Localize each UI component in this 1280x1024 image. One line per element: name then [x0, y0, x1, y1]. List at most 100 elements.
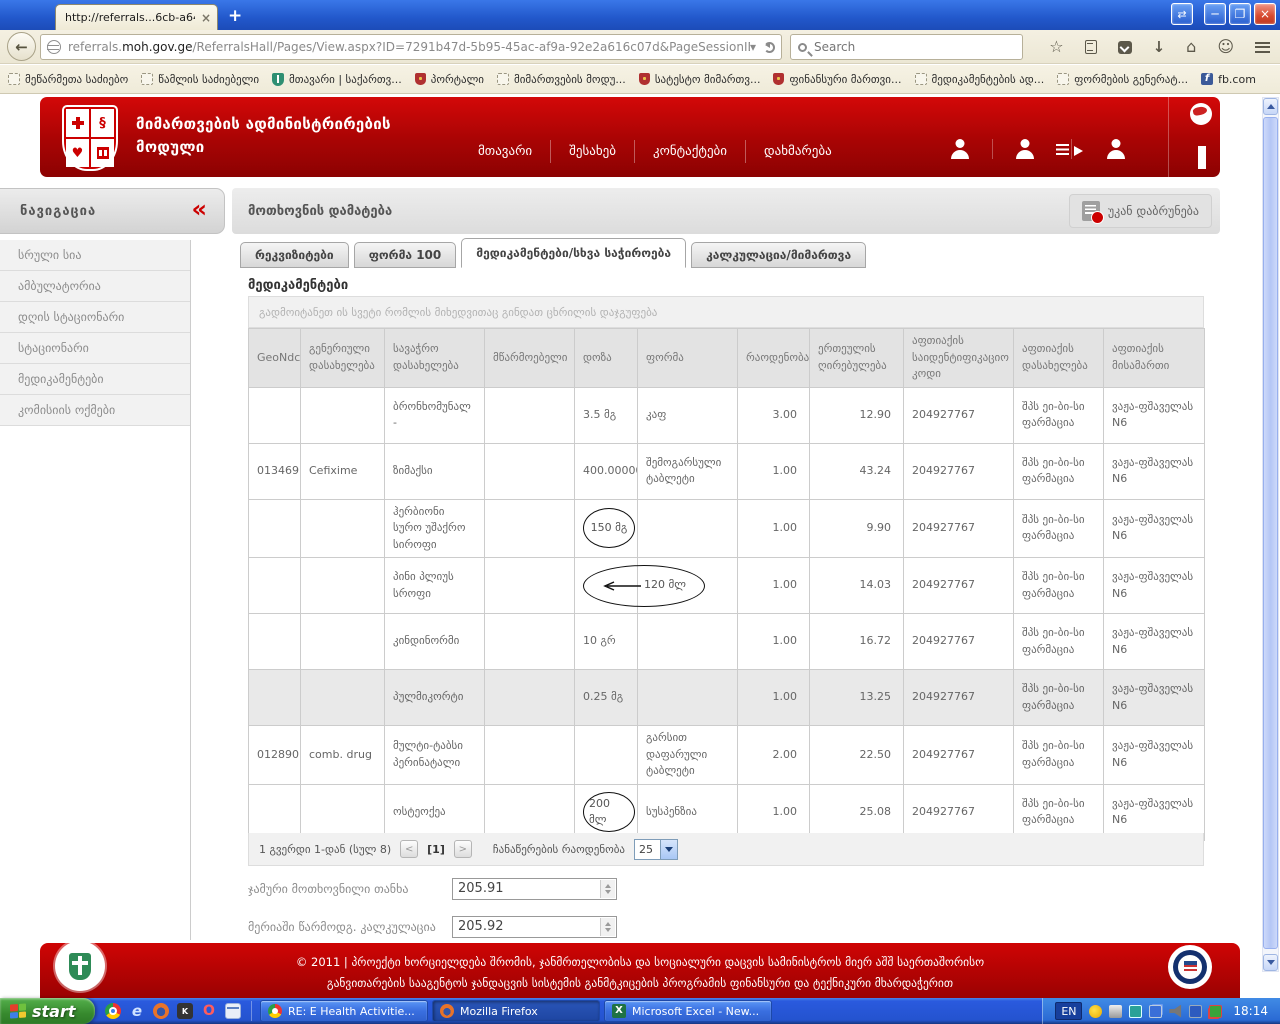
tab-groups-icon[interactable]: ⇄: [1171, 3, 1193, 25]
col-quantity[interactable]: რაოდენობა: [738, 329, 810, 388]
url-text[interactable]: referrals.moh.gov.ge/ReferralsHall/Pages…: [68, 40, 750, 54]
spinner-control[interactable]: [600, 918, 615, 936]
table-row[interactable]: ჰერბიონი სურო უშაქრო სიროფი 150 მგ 1.00 …: [249, 499, 1205, 558]
bookmark-item[interactable]: ფინანსური მართვი...: [773, 73, 901, 86]
printer-tray-icon[interactable]: [1109, 1005, 1122, 1018]
group-by-bar[interactable]: გადმოიტანეთ ის სვეტი რომლის მიხედვითაც გ…: [248, 296, 1204, 328]
sidebar-collapse-icon[interactable]: «: [191, 195, 208, 223]
spinner-control[interactable]: [600, 880, 615, 898]
reload-icon[interactable]: [764, 42, 775, 53]
nav-item-home[interactable]: მთავარი: [460, 140, 550, 163]
col-generic[interactable]: გენერიული დასახელება: [301, 329, 385, 388]
tab-form-100[interactable]: ფორმა 100: [354, 242, 457, 268]
col-form[interactable]: ფორმა: [638, 329, 738, 388]
site-identity-icon[interactable]: [47, 40, 61, 54]
reading-list-icon[interactable]: [1085, 40, 1097, 54]
login-icon[interactable]: [1071, 139, 1148, 159]
bookmark-star-icon[interactable]: ☆: [1049, 39, 1063, 55]
nav-item-contacts[interactable]: კონტაქტები: [634, 140, 745, 163]
tab-close-icon[interactable]: ×: [201, 11, 211, 25]
total-requested-input[interactable]: 205.91: [452, 878, 617, 900]
url-dropdown-icon[interactable]: ▾: [750, 40, 756, 54]
tab-requisites[interactable]: რეკვიზიტები: [240, 242, 349, 268]
cityhall-calc-input[interactable]: 205.92: [452, 916, 617, 938]
select-dropdown-icon[interactable]: [660, 840, 677, 859]
downloads-icon[interactable]: ↓: [1153, 40, 1166, 55]
start-button[interactable]: start: [0, 998, 95, 1024]
sidebar-item-medications[interactable]: მედიკამენტები: [0, 364, 190, 395]
col-unit-price[interactable]: ერთეულის ღირებულება: [810, 329, 904, 388]
taskbar-window-excel[interactable]: X Microsoft Excel - New...: [604, 1000, 772, 1022]
bookmark-item[interactable]: ფორმების გენერატ...: [1057, 73, 1188, 86]
table-row[interactable]: ოსტეოქეა 200 მლ სუსპენზია 1.00 25.08 204…: [249, 784, 1205, 840]
bookmark-item[interactable]: მთავარი | საქართვ...: [272, 73, 402, 86]
sidebar-item-hospital[interactable]: სტაციონარი: [0, 333, 190, 364]
bookmark-item[interactable]: მიმართვების მოდუ...: [497, 73, 626, 86]
browser-tab[interactable]: http://referrals...6cb-a64c6078eb1a ×: [55, 4, 218, 30]
table-row[interactable]: ბრონხომუნალ - 3.5 მგ კაფ 3.00 12.90 2049…: [249, 387, 1205, 443]
language-globe-icon[interactable]: [1190, 103, 1212, 125]
col-dose[interactable]: დოზა: [575, 329, 638, 388]
hello-icon[interactable]: ☺: [1217, 39, 1234, 55]
minimize-button[interactable]: ─: [1204, 3, 1226, 25]
language-indicator[interactable]: EN: [1055, 1002, 1082, 1020]
opera-icon[interactable]: O: [201, 1003, 217, 1019]
search-input[interactable]: [814, 40, 1015, 54]
pocket-icon[interactable]: [1118, 41, 1132, 54]
clock[interactable]: 18:14: [1229, 1004, 1272, 1018]
taskbar-window-firefox[interactable]: Mozilla Firefox: [432, 1000, 600, 1022]
bookmark-item[interactable]: პორტალი: [415, 73, 484, 86]
chrome-icon[interactable]: [105, 1003, 121, 1019]
sidebar-item-full-list[interactable]: სრული სია: [0, 240, 190, 271]
page-size-select[interactable]: 25: [634, 839, 678, 860]
table-row[interactable]: კინდინორმი 10 გრ 1.00 16.72 204927767 შპ…: [249, 614, 1205, 670]
table-row[interactable]: 013469 Cefixime ზიმაქსი 400.00000 შემოგა…: [249, 443, 1205, 499]
col-manufacturer[interactable]: მწარმოებელი: [485, 329, 575, 388]
bookmark-item[interactable]: მედიკამენტების ად...: [915, 73, 1045, 86]
bookmark-item[interactable]: მეწარმეთა საძიებო: [8, 73, 128, 86]
sidebar-item-day-hospital[interactable]: დღის სტაციონარი: [0, 302, 190, 333]
nav-item-help[interactable]: დახმარება: [745, 140, 850, 163]
scroll-down-icon[interactable]: [1263, 954, 1278, 971]
tab-medications[interactable]: მედიკამენტები/სხვა საჭიროება: [461, 238, 686, 268]
back-button[interactable]: ←: [7, 32, 36, 61]
bookmark-item[interactable]: წამლის საძიებელი: [141, 73, 259, 86]
bookmark-item[interactable]: ffb.com: [1201, 73, 1256, 86]
remote-access-tray-icon[interactable]: [1129, 1005, 1142, 1018]
menu-icon[interactable]: [1255, 42, 1270, 53]
url-bar[interactable]: referrals.moh.gov.ge/ReferralsHall/Pages…: [40, 34, 782, 60]
network-tray-icon[interactable]: [1149, 1005, 1162, 1018]
col-pharmacy-name[interactable]: აფთიაქის დასახელება: [1014, 329, 1104, 388]
profile-icon[interactable]: [928, 139, 992, 159]
app-tray-icon[interactable]: [1189, 1005, 1202, 1018]
col-geondc[interactable]: GeoNdc: [249, 329, 301, 388]
close-button[interactable]: ×: [1254, 3, 1276, 25]
col-pharmacy-address[interactable]: აფთიაქის მისამართი: [1104, 329, 1205, 388]
pager-prev-button[interactable]: <: [400, 840, 418, 858]
internet-explorer-icon[interactable]: e: [129, 1003, 145, 1019]
scrollbar[interactable]: [1262, 97, 1279, 972]
search-bar[interactable]: [790, 34, 1023, 60]
table-row[interactable]: პულმიკორტი 0.25 მგ 1.00 13.25 204927767 …: [249, 670, 1205, 726]
antivirus-tray-icon[interactable]: [1089, 1005, 1102, 1018]
firefox-icon[interactable]: [153, 1003, 169, 1019]
tab-calculation[interactable]: კალკულაცია/მიმართვა: [691, 242, 866, 268]
volume-tray-icon[interactable]: [1169, 1005, 1182, 1018]
mail-icon[interactable]: [225, 1003, 241, 1019]
user-list-icon[interactable]: [992, 139, 1071, 159]
table-row[interactable]: პინი პლიუს სროფი 120 მლ 1.00 14.03 20492…: [249, 558, 1205, 614]
sidebar-item-commission[interactable]: კომისიის ოქმები: [0, 395, 190, 426]
nav-item-about[interactable]: შესახებ: [550, 140, 634, 163]
table-row[interactable]: 012890 comb. drug მულტი-ტაბსი პერინატალი…: [249, 726, 1205, 785]
restore-button[interactable]: ❐: [1229, 3, 1251, 25]
connection-tray-icon[interactable]: [1209, 1005, 1222, 1018]
pager-next-button[interactable]: >: [454, 840, 472, 858]
col-pharmacy-code[interactable]: აფთიაქის საიდენტიფიკაციო კოდი: [904, 329, 1014, 388]
home-icon[interactable]: ⌂: [1186, 39, 1196, 55]
bookmark-item[interactable]: სატესტო მიმართვ...: [639, 73, 761, 86]
go-back-button[interactable]: უკან დაბრუნება: [1069, 194, 1212, 228]
scroll-up-icon[interactable]: [1263, 98, 1278, 115]
taskbar-window-email[interactable]: RE: E Health Activitie...: [260, 1000, 428, 1022]
collapse-header-icon[interactable]: [1198, 150, 1206, 169]
kmplayer-icon[interactable]: K: [177, 1003, 193, 1019]
